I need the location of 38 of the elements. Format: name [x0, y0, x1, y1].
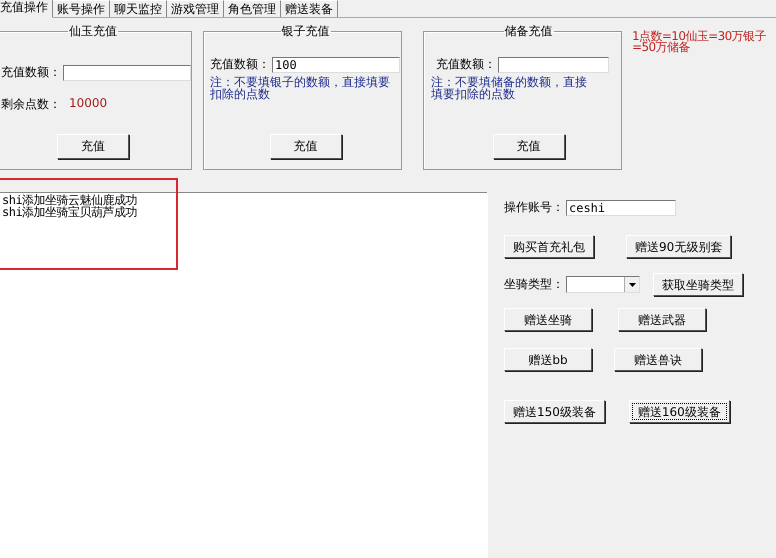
- input-field[interactable]: [63, 64, 191, 80]
- action-button[interactable]: 赠送90无级别套: [626, 235, 732, 258]
- log-text: shi添加坐骑云魅仙鹿成功 shi添加坐骑宝贝葫芦成功: [1, 193, 138, 218]
- rate-note: 1点数=10仙玉=30万银子=50万储备: [632, 31, 767, 53]
- action-button[interactable]: 赠送兽诀: [614, 348, 702, 371]
- field-label: 充值数额：: [210, 56, 270, 73]
- group-title: 银子充值: [280, 23, 330, 40]
- note-text: 注：不要填储备的数额，直接填要扣除的点数: [431, 76, 588, 100]
- action-button[interactable]: 赠送160级装备: [628, 400, 730, 423]
- tab[interactable]: 赠送装备: [281, 0, 338, 17]
- field-label: 操作账号：: [504, 199, 564, 216]
- tab[interactable]: 充值操作: [0, 0, 53, 18]
- mount-type-dropdown[interactable]: [566, 276, 640, 293]
- group-title: 储备充值: [504, 23, 554, 40]
- input-field[interactable]: 100: [272, 56, 400, 72]
- note-text: 注：不要填银子的数额，直接填要扣除的点数: [210, 76, 391, 100]
- field-label: 充值数额：: [1, 64, 61, 81]
- recharge-button[interactable]: 充值: [270, 134, 342, 159]
- action-button[interactable]: 获取坐骑类型: [653, 273, 743, 296]
- action-button[interactable]: 赠送bb: [504, 348, 592, 371]
- account-field[interactable]: ceshi: [566, 200, 676, 216]
- action-button[interactable]: 赠送坐骑: [504, 308, 592, 331]
- field-label: 充值数额：: [436, 56, 496, 73]
- tab[interactable]: 游戏管理: [167, 0, 224, 17]
- tab[interactable]: 角色管理: [224, 0, 281, 17]
- action-button[interactable]: 赠送150级装备: [504, 400, 605, 423]
- action-button[interactable]: 赠送武器: [618, 308, 706, 331]
- field-label: 剩余点数：: [1, 96, 61, 113]
- recharge-button[interactable]: 充值: [492, 134, 564, 159]
- recharge-button[interactable]: 充值: [57, 134, 129, 159]
- input-field[interactable]: [498, 56, 609, 72]
- remaining-value: 10000: [69, 96, 108, 112]
- group-title: 仙玉充值: [68, 23, 118, 40]
- dropdown-arrow-icon: [628, 282, 636, 286]
- tab[interactable]: 账号操作: [53, 0, 110, 17]
- action-button[interactable]: 购买首充礼包: [504, 235, 594, 258]
- field-label: 坐骑类型：: [504, 276, 564, 293]
- tab[interactable]: 聊天监控: [110, 0, 167, 17]
